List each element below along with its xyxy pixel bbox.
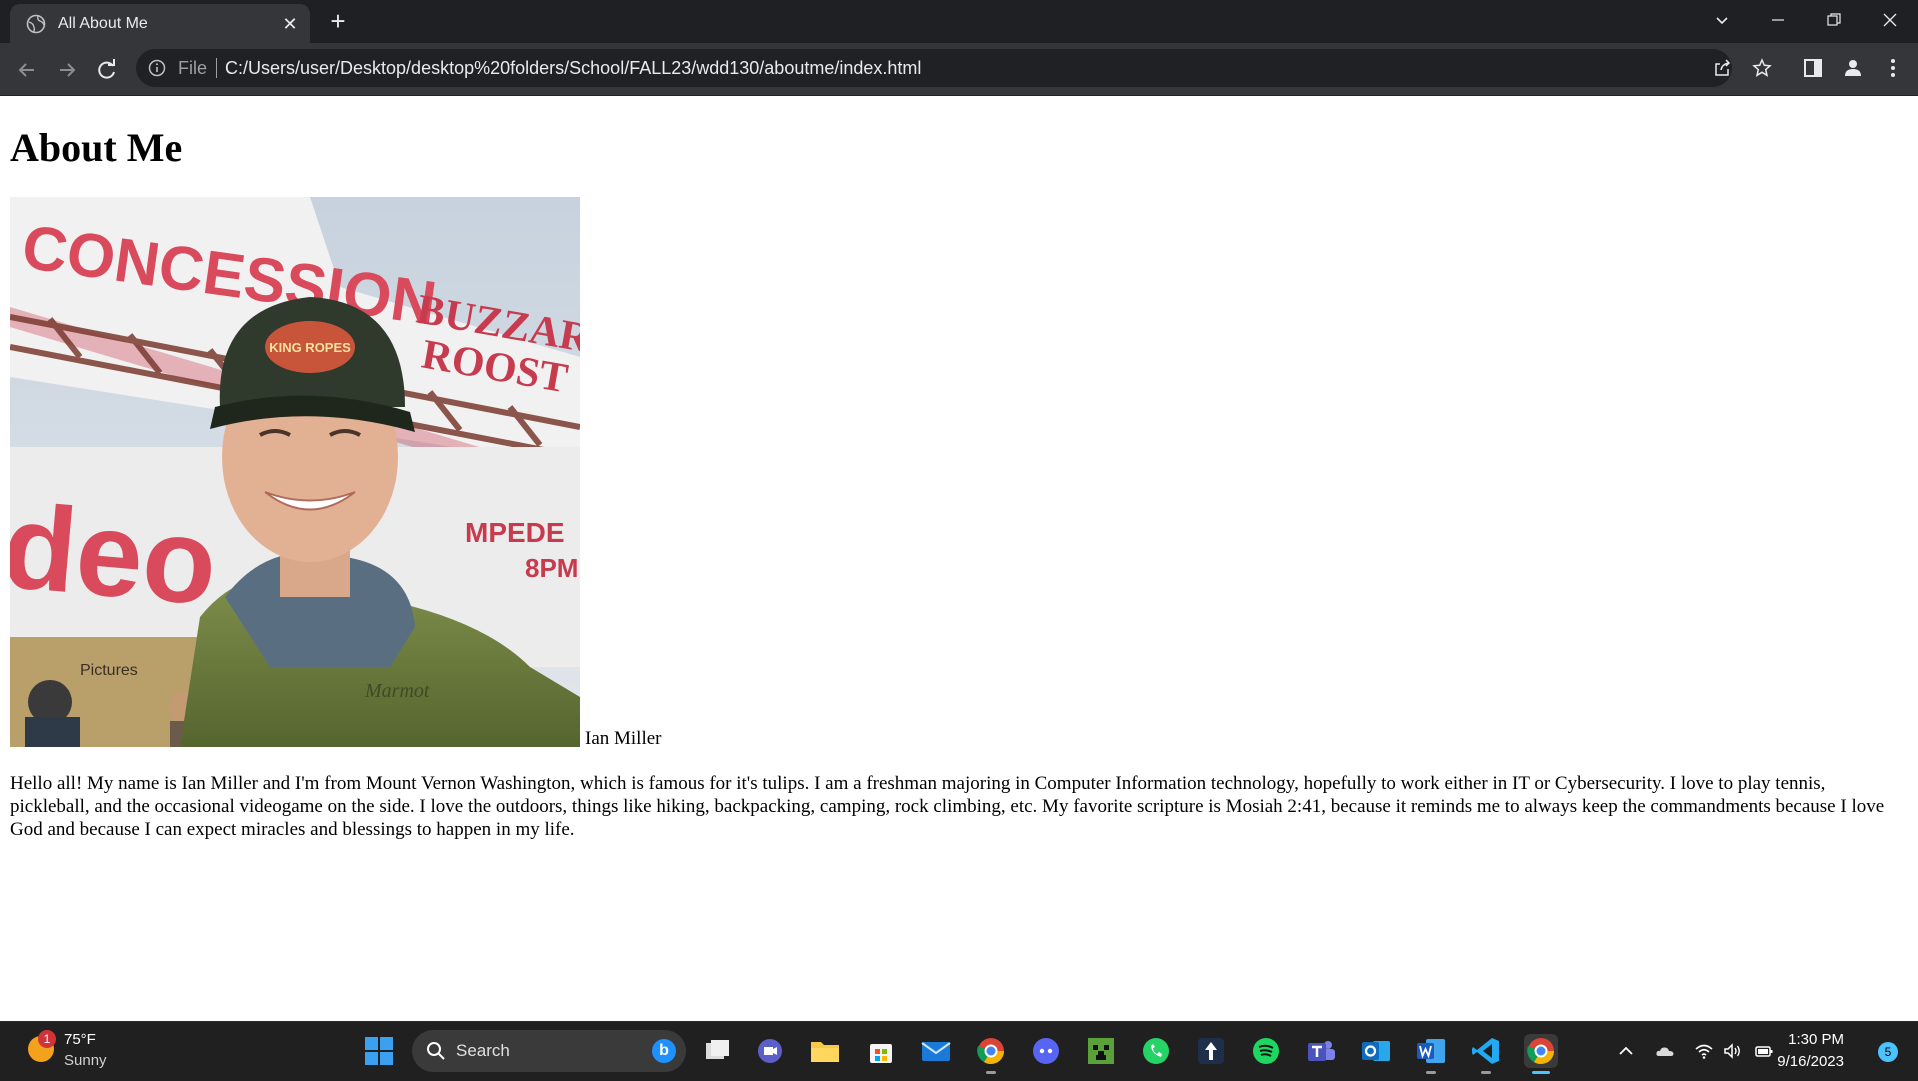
web-page: About Me CONCESSION BUZZARDS ROOST deo M… bbox=[0, 96, 1918, 1021]
menu-icon[interactable] bbox=[1882, 57, 1904, 79]
meet-icon[interactable] bbox=[753, 1034, 787, 1068]
url-text[interactable]: C:/Users/user/Desktop/desktop%20folders/… bbox=[225, 58, 921, 79]
running-indicator bbox=[1481, 1071, 1491, 1074]
running-indicator bbox=[986, 1071, 996, 1074]
tab-strip: All About Me ✕ + bbox=[0, 0, 1918, 43]
browser-toolbar: File C:/Users/user/Desktop/desktop%20fol… bbox=[0, 43, 1918, 96]
browser-tab-active[interactable]: All About Me ✕ bbox=[10, 4, 310, 43]
back-icon[interactable] bbox=[12, 55, 42, 85]
sign-text-time: 8PM bbox=[525, 553, 578, 583]
wifi-icon[interactable] bbox=[1694, 1041, 1714, 1061]
minimize-icon[interactable] bbox=[1750, 0, 1806, 40]
restore-icon[interactable] bbox=[1806, 0, 1862, 40]
profile-icon[interactable] bbox=[1842, 57, 1864, 79]
forward-icon[interactable] bbox=[52, 55, 82, 85]
profile-photo: CONCESSION BUZZARDS ROOST deo MPEDE 8PM … bbox=[10, 197, 580, 747]
windows-start-icon[interactable] bbox=[364, 1036, 394, 1066]
page-heading: About Me bbox=[10, 125, 183, 170]
volume-icon[interactable] bbox=[1722, 1041, 1742, 1061]
outlook-icon[interactable] bbox=[1359, 1034, 1393, 1068]
sign-text-stampede: MPEDE bbox=[465, 517, 565, 548]
clock-date[interactable]: 9/16/2023 bbox=[1777, 1053, 1844, 1070]
microsoft-store-icon[interactable] bbox=[864, 1034, 898, 1068]
whatsapp-icon[interactable] bbox=[1139, 1034, 1173, 1068]
close-tab-icon[interactable]: ✕ bbox=[280, 14, 300, 34]
active-indicator bbox=[1532, 1071, 1550, 1074]
photo-caption: Ian Miller bbox=[585, 728, 662, 749]
bio-paragraph: Hello all! My name is Ian Miller and I'm… bbox=[10, 773, 1885, 840]
sign-text-rodeo: deo bbox=[10, 479, 222, 631]
notification-badge[interactable]: 5 bbox=[1878, 1042, 1898, 1062]
chrome-profile-icon[interactable] bbox=[974, 1034, 1008, 1074]
globe-icon bbox=[26, 14, 46, 33]
discord-icon[interactable] bbox=[1029, 1034, 1063, 1068]
weather-temperature: 75°F bbox=[64, 1031, 96, 1048]
clock-time[interactable]: 1:30 PM bbox=[1788, 1031, 1844, 1048]
weather-badge: 1 bbox=[38, 1030, 56, 1048]
sign-text-pictures: Pictures bbox=[80, 662, 138, 679]
close-window-icon[interactable] bbox=[1862, 0, 1918, 40]
teams-icon[interactable] bbox=[1304, 1034, 1338, 1068]
mail-icon[interactable] bbox=[919, 1034, 953, 1068]
search-label: Search bbox=[456, 1041, 510, 1060]
address-bar[interactable]: File C:/Users/user/Desktop/desktop%20fol… bbox=[136, 49, 1772, 87]
share-icon[interactable] bbox=[1712, 58, 1732, 78]
new-tab-button[interactable]: + bbox=[325, 8, 351, 35]
bing-icon[interactable]: b bbox=[652, 1039, 676, 1063]
hat-patch-text: KING ROPES bbox=[269, 340, 351, 355]
spotify-icon[interactable] bbox=[1249, 1034, 1283, 1068]
word-icon[interactable] bbox=[1414, 1034, 1448, 1074]
side-panel-icon[interactable] bbox=[1802, 57, 1824, 79]
vscode-icon[interactable] bbox=[1469, 1034, 1503, 1074]
tab-search-icon[interactable] bbox=[1694, 0, 1750, 40]
file-scheme-label: File bbox=[178, 58, 208, 78]
omnibox-separator bbox=[216, 58, 217, 78]
weather-condition: Sunny bbox=[64, 1052, 107, 1069]
running-indicator bbox=[1426, 1071, 1436, 1074]
tab-title: All About Me bbox=[58, 14, 148, 32]
battery-icon[interactable] bbox=[1754, 1041, 1774, 1061]
arrow-app-icon[interactable] bbox=[1194, 1034, 1228, 1068]
onedrive-cloud-icon[interactable] bbox=[1655, 1041, 1675, 1061]
jacket-logo-text: Marmot bbox=[364, 680, 430, 702]
minecraft-icon[interactable] bbox=[1084, 1034, 1118, 1068]
task-view-icon[interactable] bbox=[700, 1034, 734, 1068]
search-icon bbox=[427, 1042, 445, 1060]
star-icon[interactable] bbox=[1752, 58, 1772, 78]
taskbar-search-box[interactable]: Search b bbox=[412, 1030, 686, 1072]
info-icon[interactable] bbox=[148, 59, 166, 77]
windows-taskbar: 1 75°F Sunny Search b 1:30 PM 9/16/2023 … bbox=[0, 1021, 1918, 1081]
chrome-icon[interactable] bbox=[1524, 1034, 1558, 1074]
reload-icon[interactable] bbox=[92, 55, 122, 85]
chevron-up-icon[interactable] bbox=[1616, 1041, 1636, 1061]
file-explorer-icon[interactable] bbox=[808, 1034, 842, 1068]
